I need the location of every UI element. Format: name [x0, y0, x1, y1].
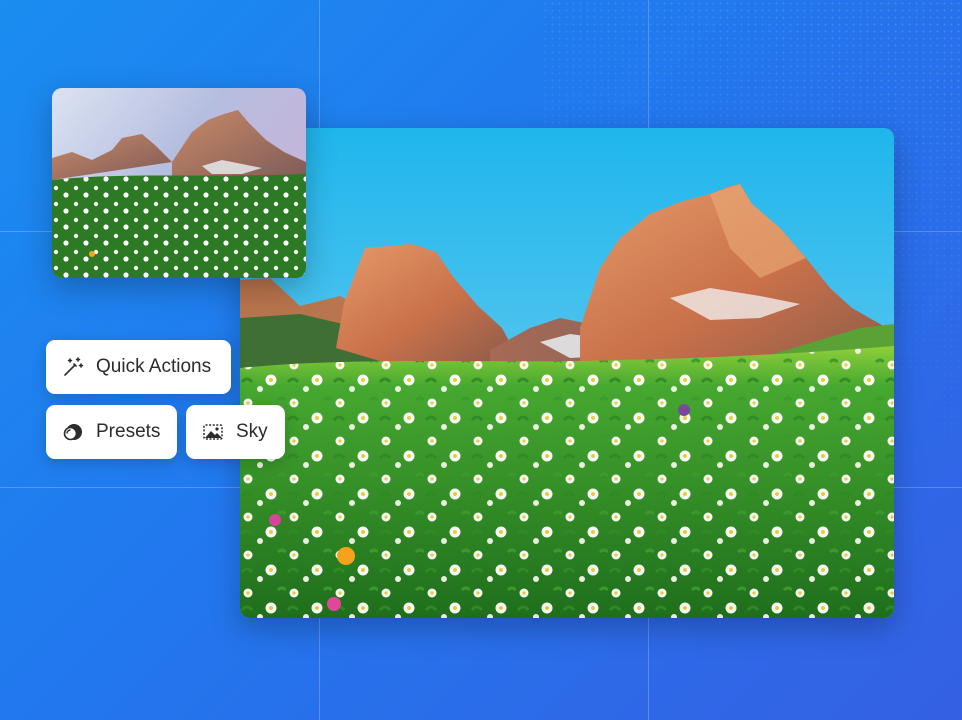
- sky-replace-icon: [202, 421, 224, 443]
- edited-photo: [240, 128, 894, 618]
- sky-label: Sky: [236, 421, 268, 442]
- presets-label: Presets: [96, 421, 161, 442]
- presets-button[interactable]: Presets: [46, 405, 177, 459]
- quick-actions-label: Quick Actions: [96, 356, 212, 377]
- edited-photo-image: [240, 128, 894, 618]
- presets-icon: [62, 421, 84, 443]
- original-photo-image: [52, 88, 306, 278]
- quick-actions-button[interactable]: Quick Actions: [46, 340, 231, 394]
- original-photo-thumbnail[interactable]: [52, 88, 306, 278]
- magic-wand-icon: [62, 356, 84, 378]
- sky-button[interactable]: Sky: [186, 405, 285, 459]
